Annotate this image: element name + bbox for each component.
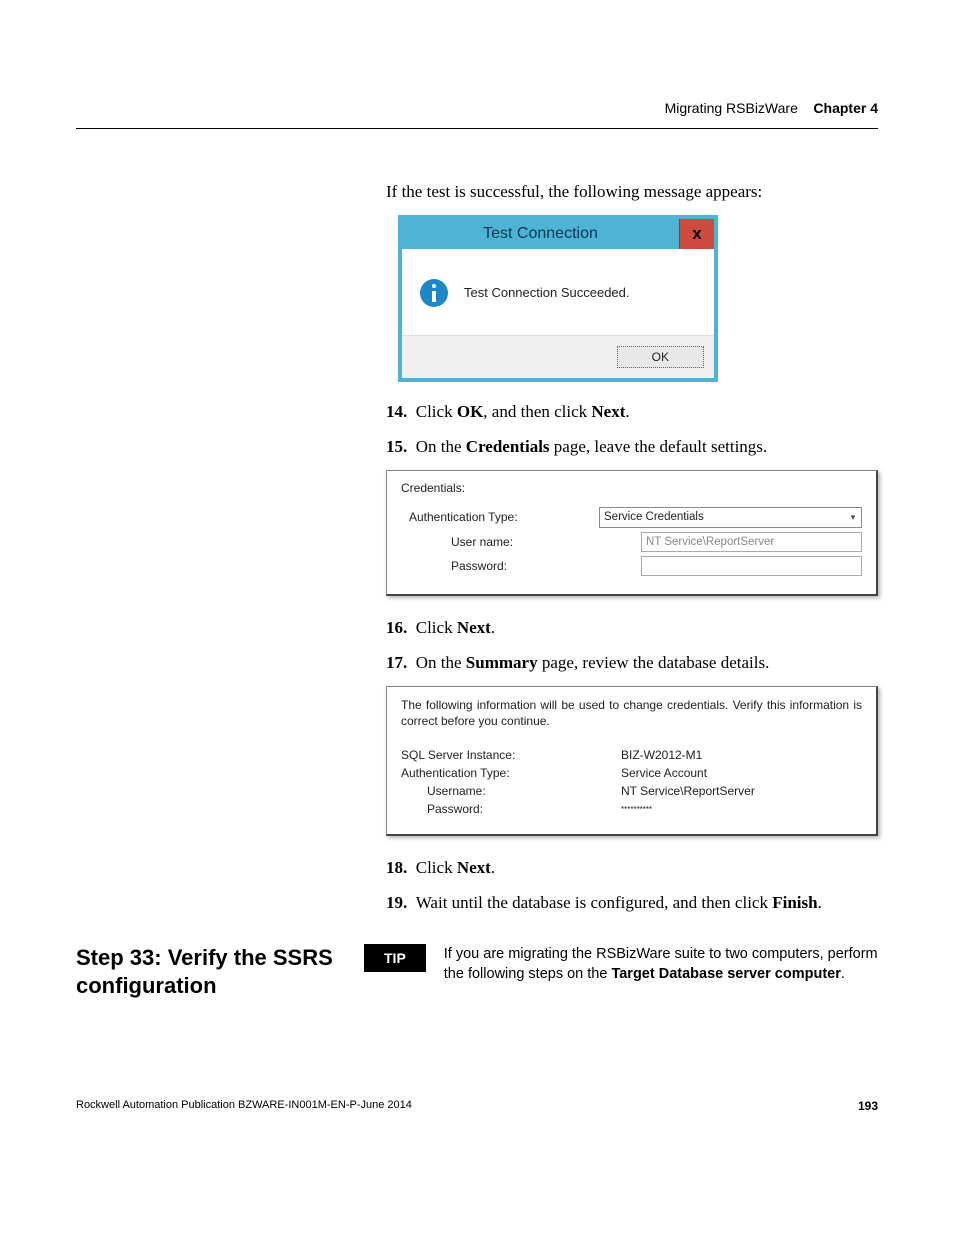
username-input[interactable]: NT Service\ReportServer [641, 532, 862, 552]
step-19: 19. Wait until the database is configure… [386, 889, 878, 916]
breadcrumb: Migrating RSBizWare [665, 100, 798, 116]
tip-block: TIP If you are migrating the RSBizWare s… [364, 944, 878, 985]
credentials-panel: Credentials: Authentication Type: Servic… [386, 470, 878, 596]
auth-type-value: Service Credentials [600, 511, 845, 523]
credentials-title: Credentials: [401, 481, 862, 495]
info-icon [420, 279, 448, 307]
dialog-message: Test Connection Succeeded. [464, 285, 630, 300]
username-label: User name: [401, 535, 641, 549]
chapter-label: Chapter 4 [813, 100, 878, 116]
page-header: Migrating RSBizWare Chapter 4 [76, 100, 878, 116]
auth-type-dropdown[interactable]: Service Credentials ▾ [599, 507, 862, 528]
tip-badge: TIP [364, 944, 426, 972]
sql-instance-value: BIZ-W2012-M1 [621, 748, 862, 762]
password-label: Password: [401, 559, 641, 573]
sql-instance-label: SQL Server Instance: [401, 748, 621, 762]
step-15: 15. On the Credentials page, leave the d… [386, 433, 878, 460]
step33-title: Step 33: Verify the SSRS configuration [76, 944, 336, 999]
step-17: 17. On the Summary page, review the data… [386, 649, 878, 676]
intro-text: If the test is successful, the following… [386, 179, 878, 205]
publication-id: Rockwell Automation Publication BZWARE-I… [76, 1099, 412, 1113]
page-footer: Rockwell Automation Publication BZWARE-I… [76, 1099, 878, 1113]
dialog-footer: OK [402, 335, 714, 378]
auth-type-label: Authentication Type: [401, 510, 599, 524]
dialog-body: Test Connection Succeeded. [402, 249, 714, 335]
page-number: 193 [858, 1099, 878, 1113]
step33-row: Step 33: Verify the SSRS configuration T… [76, 944, 878, 999]
close-icon[interactable]: x [679, 219, 714, 249]
step-18: 18. Click Next. [386, 854, 878, 881]
chevron-down-icon: ▾ [845, 512, 861, 523]
step-list-1: 14. Click OK, and then click Next. 15. O… [386, 398, 878, 460]
step-list-3: 18. Click Next. 19. Wait until the datab… [386, 854, 878, 916]
password-input[interactable] [641, 556, 862, 576]
summary-auth-label: Authentication Type: [401, 766, 621, 780]
summary-panel: The following information will be used t… [386, 686, 878, 835]
dialog-title-text: Test Connection [402, 219, 679, 249]
step-list-2: 16. Click Next. 17. On the Summary page,… [386, 614, 878, 676]
summary-user-label: Username: [401, 784, 621, 798]
summary-user-value: NT Service\ReportServer [621, 784, 862, 798]
header-rule [76, 128, 878, 129]
summary-intro: The following information will be used t… [401, 697, 862, 729]
ok-button[interactable]: OK [617, 346, 704, 368]
step-16: 16. Click Next. [386, 614, 878, 641]
dialog-titlebar: Test Connection x [402, 219, 714, 249]
tip-text: If you are migrating the RSBizWare suite… [444, 944, 878, 985]
test-connection-dialog: Test Connection x Test Connection Succee… [398, 215, 718, 382]
main-content: If the test is successful, the following… [386, 179, 878, 916]
document-page: Migrating RSBizWare Chapter 4 If the tes… [0, 0, 954, 1163]
summary-pass-value: ********** [621, 802, 862, 816]
summary-pass-label: Password: [401, 802, 621, 816]
step-14: 14. Click OK, and then click Next. [386, 398, 878, 425]
summary-auth-value: Service Account [621, 766, 862, 780]
